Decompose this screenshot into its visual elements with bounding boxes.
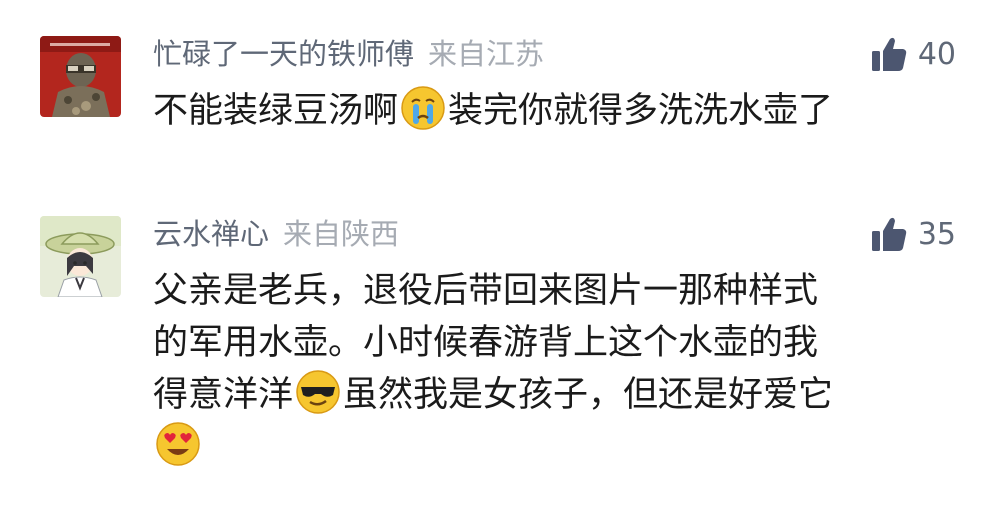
content-line: 的军用水壶。小时候春游背上这个水壶的我	[153, 317, 953, 369]
content-line: 不能装绿豆汤啊 装完你就得多洗洗水壶了	[153, 85, 953, 137]
content-text: 虽然我是女孩子，但还是好爱它	[343, 375, 834, 415]
comment-meta: 云水禅心 来自陕西	[153, 212, 399, 256]
comment-content: 父亲是老兵，退役后带回来图片一那种样式 的军用水壶。小时候春游背上这个水壶的我 …	[153, 265, 953, 473]
like-button[interactable]: 40	[870, 32, 956, 76]
heart-eyes-emoji-icon	[156, 422, 200, 466]
like-button[interactable]: 35	[870, 212, 956, 256]
content-text: 父亲是老兵，退役后带回来图片一那种样式	[153, 271, 819, 311]
content-line: 得意洋洋 虽然我是女孩子，但还是好爱它	[153, 369, 953, 421]
content-text: 不能装绿豆汤啊	[153, 91, 399, 131]
username[interactable]: 云水禅心	[153, 217, 269, 251]
avatar[interactable]	[40, 216, 121, 297]
sunglasses-face-emoji-icon	[296, 370, 340, 414]
username[interactable]: 忙碌了一天的铁师傅	[153, 37, 414, 71]
content-line	[153, 421, 953, 473]
thumbs-up-icon	[871, 37, 907, 71]
avatar-straw-hat-girl-icon	[40, 216, 121, 297]
comment-content: 不能装绿豆汤啊 装完你就得多洗洗水壶了	[153, 85, 953, 137]
like-count: 35	[917, 216, 956, 252]
content-text: 装完你就得多洗洗水壶了	[448, 91, 834, 131]
content-line: 父亲是老兵，退役后带回来图片一那种样式	[153, 265, 953, 317]
like-count: 40	[917, 36, 956, 72]
thumbs-up-icon	[871, 217, 907, 251]
avatar-camo-person-icon	[40, 36, 121, 117]
location-label: 来自江苏	[428, 37, 545, 71]
avatar[interactable]	[40, 36, 121, 117]
content-text: 的军用水壶。小时候春游背上这个水壶的我	[153, 323, 819, 363]
content-text: 得意洋洋	[153, 375, 294, 415]
location-label: 来自陕西	[283, 217, 400, 251]
comment-meta: 忙碌了一天的铁师傅 来自江苏	[153, 32, 544, 76]
crying-face-emoji-icon	[401, 86, 445, 130]
